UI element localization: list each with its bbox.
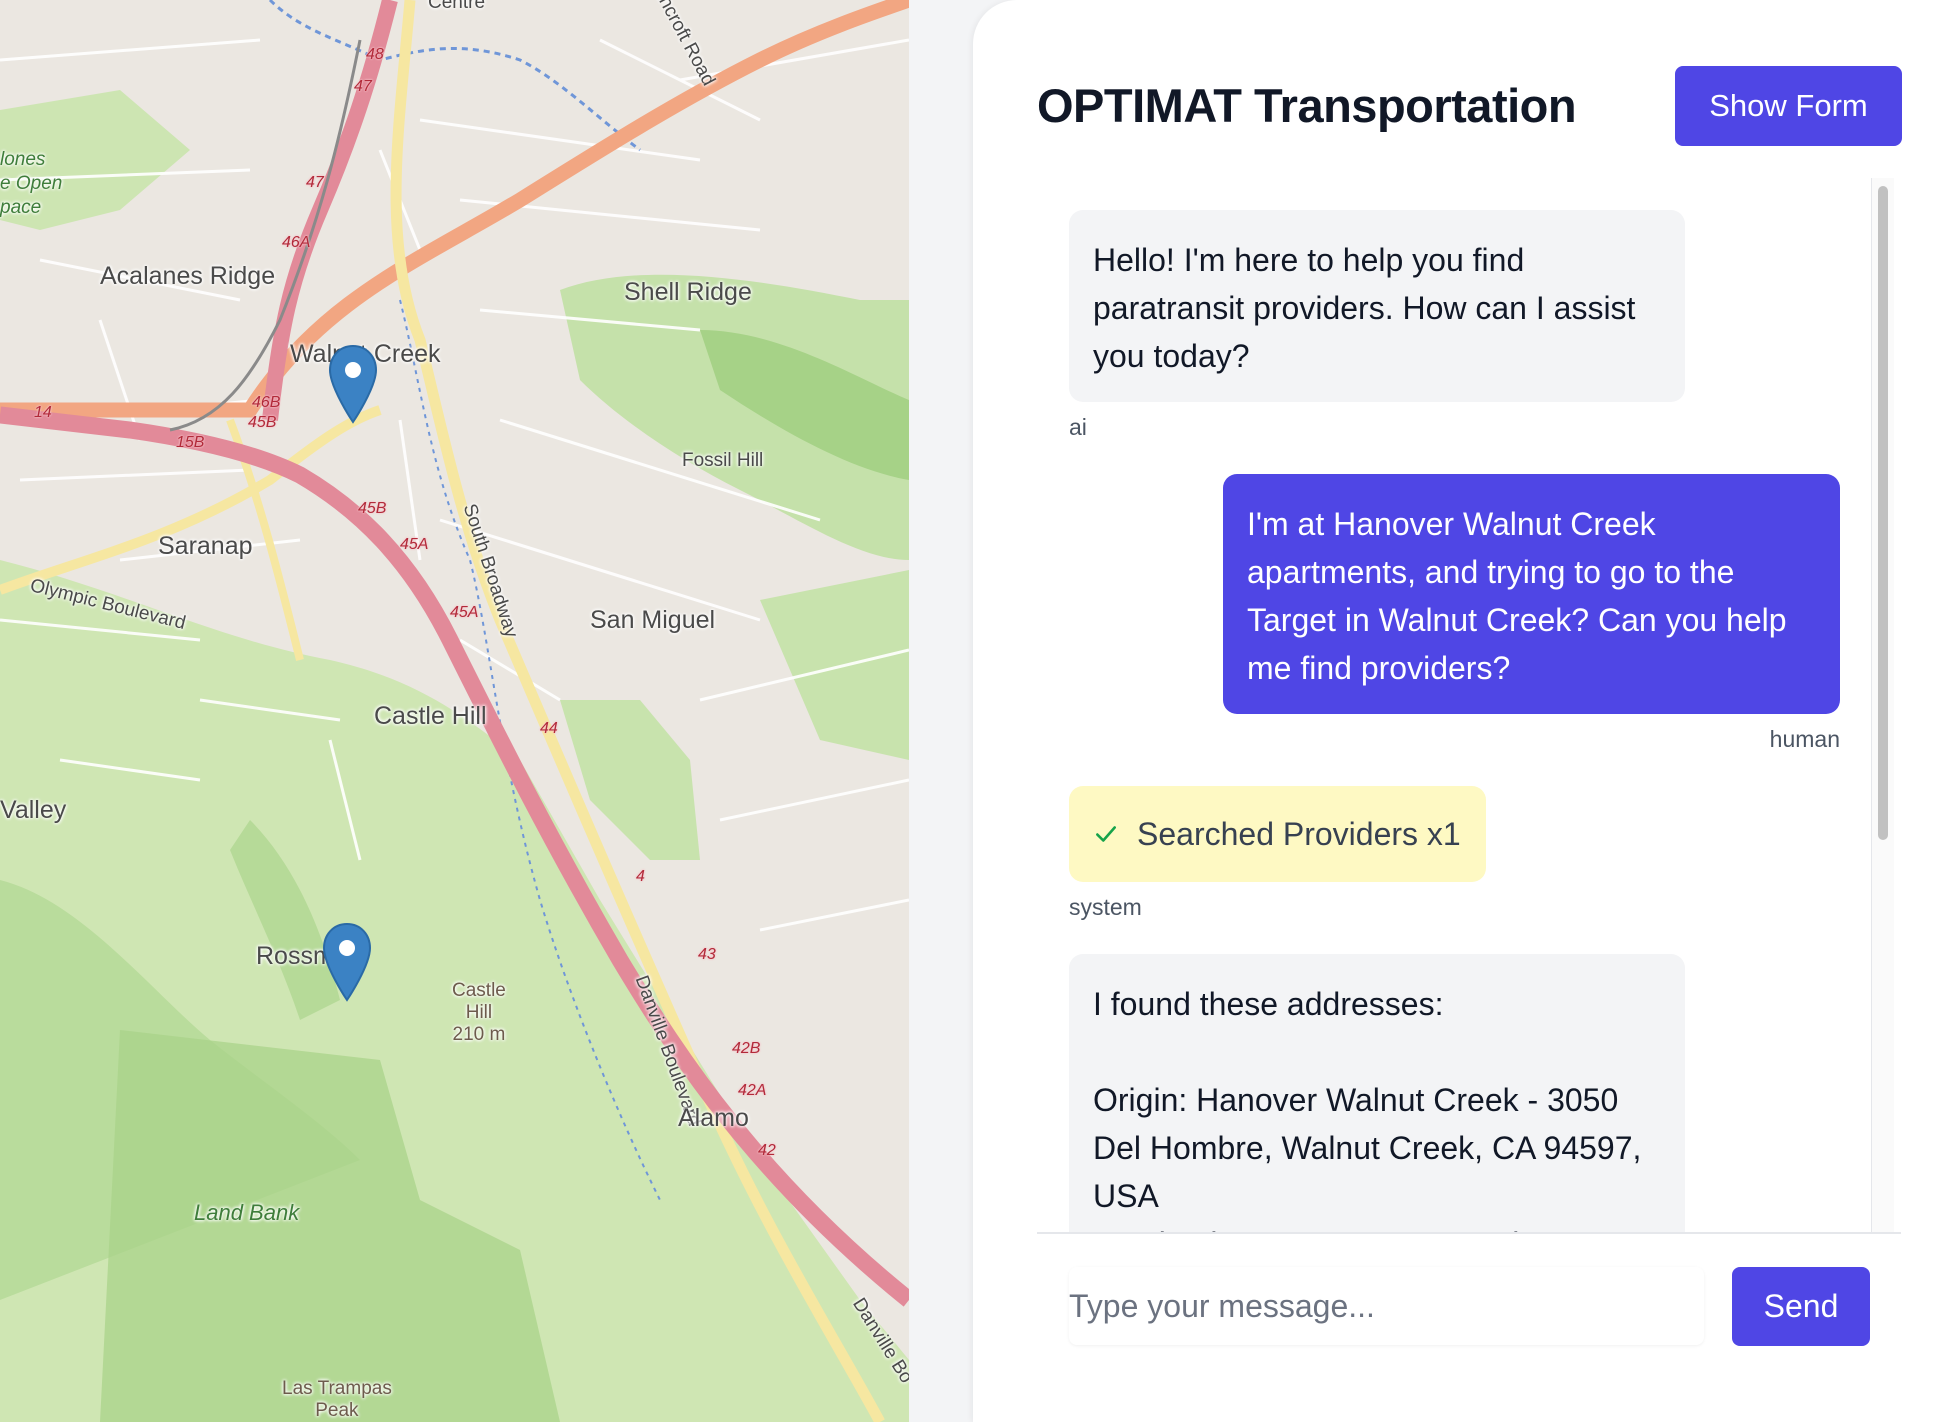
message-role-label: ai	[1069, 414, 1087, 440]
route-shield: 45A	[400, 536, 429, 553]
map-label-las-trampas-peak: Las Trampas Peak	[282, 1378, 392, 1421]
map-label-fossil-hill: Fossil Hill	[682, 450, 764, 471]
scrollbar-thumb[interactable]	[1878, 186, 1888, 840]
route-shield: 45B	[248, 414, 277, 431]
map-label-castle-hill: Castle Hill	[374, 702, 487, 730]
message-bubble-ai: Hello! I'm here to help you find paratra…	[1069, 210, 1685, 402]
route-shield: 44	[540, 720, 558, 737]
message-bubble-ai: I found these addresses: Origin: Hanover…	[1069, 954, 1685, 1232]
route-shield: 14	[34, 404, 52, 421]
message-bubble-human: I'm at Hanover Walnut Creek apartments, …	[1223, 474, 1840, 714]
route-shield: 45A	[450, 604, 479, 621]
map-label-saranap: Saranap	[158, 532, 253, 560]
route-shield: 42A	[738, 1082, 767, 1099]
map-label-valley: Valley	[0, 796, 67, 824]
route-shield: 4	[636, 868, 645, 885]
route-shield: 45B	[358, 500, 387, 517]
messages-scrollbar[interactable]	[1871, 178, 1894, 1232]
map-label-san-miguel: San Miguel	[590, 606, 716, 634]
composer-divider	[1037, 1232, 1901, 1234]
check-icon	[1096, 826, 1116, 842]
system-message-text: Searched Providers x1	[1137, 816, 1461, 852]
origin-marker[interactable]	[328, 344, 378, 424]
route-shield: 46B	[252, 394, 281, 411]
route-shield: 42	[758, 1142, 776, 1159]
map-label-centre: Centre	[428, 0, 486, 13]
route-shield: 47	[354, 78, 372, 95]
message-role-label: system	[1069, 894, 1142, 920]
app-title: OPTIMAT Transportation	[1037, 79, 1577, 132]
route-shield: 46A	[282, 234, 311, 251]
message-input[interactable]	[1069, 1267, 1704, 1345]
route-shield: 42B	[732, 1040, 761, 1057]
map-label-shell-ridge: Shell Ridge	[624, 278, 752, 306]
destination-marker[interactable]	[322, 922, 372, 1002]
message-role-label: human	[1769, 726, 1840, 752]
map-label-castle-hill-peak: Castle Hill 210 m	[452, 980, 506, 1045]
message-bubble-system: Searched Providers x1	[1069, 786, 1486, 882]
map-label-alamo: Alamo	[678, 1104, 749, 1132]
show-form-button[interactable]: Show Form	[1675, 66, 1902, 146]
route-shield: 43	[698, 946, 716, 963]
send-button[interactable]: Send	[1732, 1267, 1870, 1346]
route-shield: 47	[306, 174, 324, 191]
map-label-acalanes-ridge: Acalanes Ridge	[100, 262, 276, 290]
message-list[interactable]: Hello! I'm here to help you find paratra…	[1037, 178, 1877, 1232]
map-label-land-bank: Land Bank	[194, 1200, 300, 1225]
map-view[interactable]: Centre Bancroft Road lones e Open pace A…	[0, 0, 909, 1422]
route-shield: 48	[366, 46, 384, 63]
chat-panel: OPTIMAT Transportation Show Form Hello! …	[973, 0, 1934, 1422]
route-shield: 15B	[176, 434, 205, 451]
map-label-lones-open-space: lones e Open pace	[0, 149, 63, 218]
